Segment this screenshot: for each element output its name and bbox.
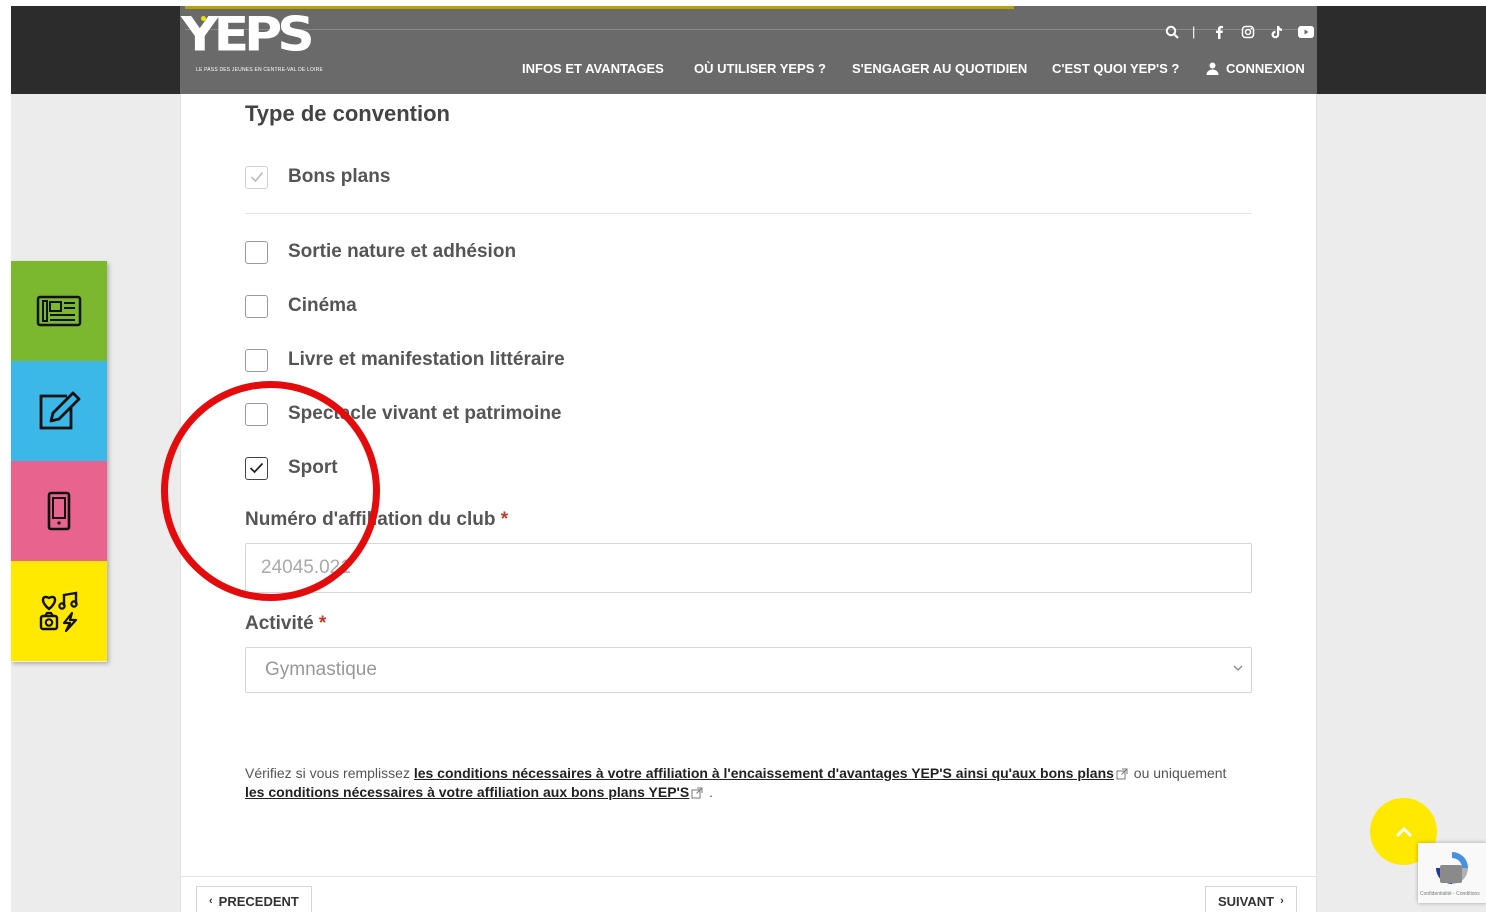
verify-conditions-text: Vérifiez si vous remplissez les conditio… xyxy=(245,764,1245,802)
conditions-bons-plans-link[interactable]: les conditions nécessaires à votre affil… xyxy=(245,784,689,800)
suivant-label: SUIVANT xyxy=(1218,893,1275,909)
leisure-activities-icon xyxy=(39,591,78,632)
header-divider xyxy=(185,29,1306,30)
search-icon[interactable] xyxy=(1165,25,1179,41)
recaptcha-badge[interactable]: Confidentialité - Conditions xyxy=(1418,843,1486,903)
activite-label: Activité * xyxy=(245,613,326,635)
side-edit-button[interactable] xyxy=(11,361,107,461)
option-label: Spectacle vivant et patrimoine xyxy=(288,403,562,424)
nav-infos-et-avantages[interactable]: INFOS ET AVANTAGES xyxy=(522,61,664,76)
newspaper-icon xyxy=(36,295,82,327)
nav-ou-utiliser-yeps[interactable]: OÙ UTILISER YEPS ? xyxy=(694,61,826,76)
logo-dot xyxy=(201,16,206,21)
affiliation-number-input[interactable]: 24045.021 xyxy=(245,543,1252,593)
social-separator: | xyxy=(1192,24,1196,39)
verify-prefix: Vérifiez si vous remplissez xyxy=(245,765,414,781)
option-label: Bons plans xyxy=(288,166,391,187)
verify-suffix: . xyxy=(705,784,714,800)
chevron-up-icon xyxy=(1395,826,1412,837)
facebook-icon[interactable] xyxy=(1214,25,1224,41)
suivant-button[interactable]: SUIVANT › xyxy=(1205,886,1297,912)
chevron-right-icon: › xyxy=(1280,895,1284,907)
nav-sengager-au-quotidien[interactable]: S'ENGAGER AU QUOTIDIEN xyxy=(852,61,1027,76)
user-icon xyxy=(1206,62,1219,75)
precedent-button[interactable]: ‹ PRECEDENT xyxy=(196,886,312,912)
verify-middle: ou uniquement xyxy=(1129,765,1227,781)
tiktok-icon[interactable] xyxy=(1270,25,1283,41)
option-label: Livre et manifestation littéraire xyxy=(288,349,565,370)
option-label: Cinéma xyxy=(288,295,357,316)
checkbox-spectacle[interactable] xyxy=(245,402,268,426)
option-label: Sport xyxy=(288,457,338,478)
option-cinema[interactable]: Cinéma xyxy=(245,294,357,318)
option-sortie-nature[interactable]: Sortie nature et adhésion xyxy=(245,240,516,264)
affiliation-value: 24045.021 xyxy=(261,557,351,578)
nav-cest-quoi-yeps[interactable]: C'EST QUOI YEP'S ? xyxy=(1052,61,1179,76)
option-sport[interactable]: Sport xyxy=(245,456,338,480)
required-mark: * xyxy=(500,509,509,530)
recaptcha-icon xyxy=(1436,852,1468,884)
side-mobile-button[interactable] xyxy=(11,461,107,561)
options-divider xyxy=(245,213,1252,214)
mobile-phone-icon xyxy=(47,491,71,531)
external-link-icon xyxy=(1116,768,1128,780)
edit-note-icon xyxy=(39,391,81,430)
instagram-icon[interactable] xyxy=(1241,25,1255,41)
recaptcha-text: Confidentialité - Conditions xyxy=(1420,891,1480,897)
activite-value: Gymnastique xyxy=(265,659,377,680)
section-title: Type de convention xyxy=(245,101,450,126)
affiliation-label-text: Numéro d'affiliation du club xyxy=(245,509,496,530)
checkbox-sortie-nature[interactable] xyxy=(245,240,268,264)
checkbox-cinema[interactable] xyxy=(245,294,268,318)
conditions-avantages-link[interactable]: les conditions nécessaires à votre affil… xyxy=(414,765,1114,781)
header-banner xyxy=(180,6,1317,94)
option-bons-plans: Bons plans xyxy=(245,165,390,189)
required-mark: * xyxy=(318,613,327,634)
precedent-label: PRECEDENT xyxy=(218,893,299,909)
option-spectacle[interactable]: Spectacle vivant et patrimoine xyxy=(245,402,562,426)
form-footer-divider xyxy=(180,876,1317,877)
youtube-icon[interactable] xyxy=(1298,26,1314,40)
activite-label-text: Activité xyxy=(245,613,314,634)
checkbox-livre[interactable] xyxy=(245,348,268,372)
checkbox-sport[interactable] xyxy=(245,456,268,480)
logo-tagline: LE PASS DES JEUNES EN CENTRE-VAL DE LOIR… xyxy=(196,67,324,73)
chevron-down-icon xyxy=(1233,665,1243,671)
connexion-label: CONNEXION xyxy=(1226,61,1305,76)
side-news-button[interactable] xyxy=(11,261,107,361)
affiliation-label: Numéro d'affiliation du club * xyxy=(245,509,508,531)
checkbox-bons-plans xyxy=(245,165,268,189)
external-link-icon xyxy=(691,787,703,799)
option-livre[interactable]: Livre et manifestation littéraire xyxy=(245,348,565,372)
nav-connexion[interactable]: CONNEXION xyxy=(1206,61,1305,76)
side-leisure-button[interactable] xyxy=(11,561,107,661)
option-label: Sortie nature et adhésion xyxy=(288,241,517,262)
chevron-left-icon: ‹ xyxy=(209,895,213,907)
activite-select[interactable]: Gymnastique xyxy=(245,647,1252,693)
